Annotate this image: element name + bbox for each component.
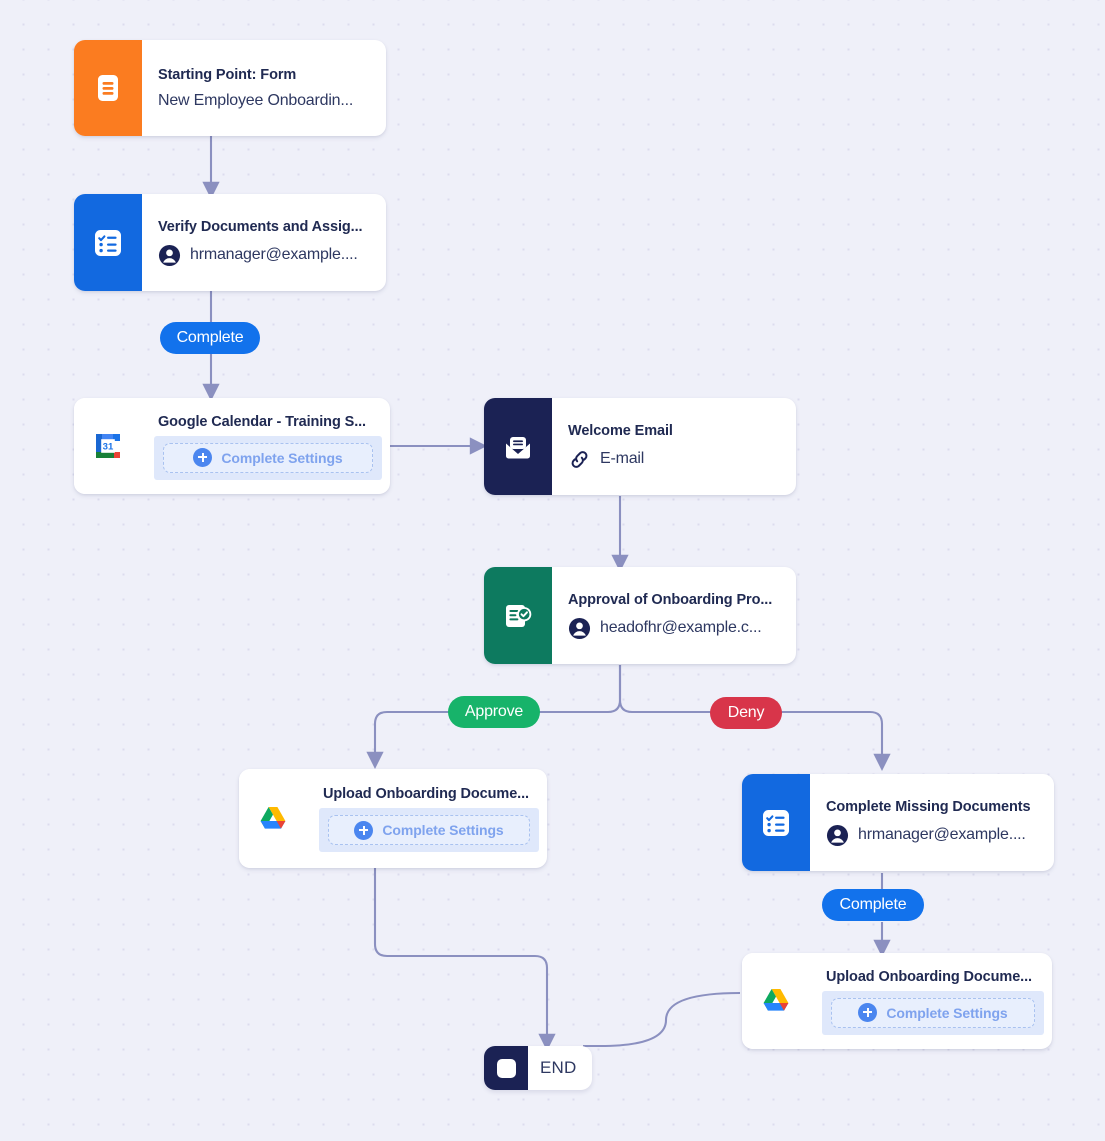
svg-text:31: 31 bbox=[103, 442, 114, 453]
plus-circle-icon bbox=[354, 820, 374, 840]
edge-approval-split-right bbox=[618, 665, 712, 714]
complete-settings-wrap: Complete Settings bbox=[822, 990, 1044, 1035]
edge-deny-to-complete-missing bbox=[781, 710, 891, 772]
node-approval[interactable]: Approval of Onboarding Pro... headofhr@e… bbox=[484, 567, 796, 664]
node-body: Verify Documents and Assig... hrmanager@… bbox=[142, 194, 386, 291]
complete-settings-button[interactable]: Complete Settings bbox=[163, 442, 373, 473]
node-icon-pane bbox=[484, 398, 552, 495]
plus-circle-icon bbox=[193, 448, 213, 467]
form-document-icon bbox=[98, 75, 118, 101]
node-subrow: headofhr@example.c... bbox=[568, 617, 782, 640]
node-subrow: hrmanager@example.... bbox=[826, 824, 1040, 847]
node-title: Upload Onboarding Docume... bbox=[323, 786, 529, 802]
google-calendar-icon: 31 bbox=[96, 434, 120, 458]
node-end[interactable]: END bbox=[484, 1046, 592, 1090]
link-icon bbox=[571, 450, 588, 468]
complete-settings-wrap: Complete Settings bbox=[319, 808, 539, 852]
node-subtitle: New Employee Onboardin... bbox=[158, 91, 354, 109]
node-subrow: E-mail bbox=[568, 448, 782, 471]
node-title: Welcome Email bbox=[568, 422, 673, 439]
approval-document-icon bbox=[506, 604, 532, 627]
node-complete-missing-documents[interactable]: Complete Missing Documents hrmanager@exa… bbox=[742, 774, 1054, 871]
complete-settings-wrap: Complete Settings bbox=[154, 435, 382, 480]
person-icon bbox=[826, 824, 849, 846]
complete-settings-label: Complete Settings bbox=[382, 822, 504, 838]
node-title: Starting Point: Form bbox=[158, 66, 297, 83]
edge-label-complete-bottom[interactable]: Complete bbox=[822, 889, 924, 921]
envelope-icon bbox=[506, 436, 530, 458]
workflow-canvas: Starting Point: Form New Employee Onboar… bbox=[0, 0, 1105, 1141]
person-icon bbox=[158, 244, 181, 266]
edge-upload-left-to-end bbox=[373, 868, 556, 1052]
node-subtitle: hrmanager@example.... bbox=[858, 826, 1026, 843]
node-verify-documents[interactable]: Verify Documents and Assig... hrmanager@… bbox=[74, 194, 386, 291]
node-icon-pane bbox=[742, 953, 810, 1049]
complete-settings-label: Complete Settings bbox=[886, 1004, 1008, 1021]
node-body: Upload Onboarding Docume... Complete Set… bbox=[810, 953, 1052, 1049]
google-drive-icon bbox=[763, 989, 789, 1011]
node-subtitle: hrmanager@example.... bbox=[190, 246, 358, 263]
google-drive-icon bbox=[260, 806, 286, 829]
node-body: Google Calendar - Training S... Complete… bbox=[142, 398, 390, 494]
node-body: Complete Missing Documents hrmanager@exa… bbox=[810, 774, 1054, 871]
node-title: Verify Documents and Assig... bbox=[158, 218, 363, 235]
person-icon bbox=[568, 617, 591, 639]
plus-circle-icon bbox=[858, 1003, 878, 1022]
node-body: Upload Onboarding Docume... Complete Set… bbox=[307, 769, 547, 868]
node-upload-onboarding-documents-denied[interactable]: Upload Onboarding Docume... Complete Set… bbox=[742, 953, 1052, 1049]
node-icon-pane bbox=[74, 194, 142, 291]
complete-settings-button[interactable]: Complete Settings bbox=[328, 815, 530, 845]
node-subrow: New Employee Onboardin... bbox=[158, 92, 372, 110]
node-icon-pane bbox=[239, 769, 307, 868]
node-icon-pane bbox=[74, 40, 142, 136]
node-subrow: hrmanager@example.... bbox=[158, 244, 372, 267]
node-title: Google Calendar - Training S... bbox=[158, 413, 366, 430]
stop-square-icon bbox=[496, 1058, 516, 1078]
complete-settings-button[interactable]: Complete Settings bbox=[831, 997, 1035, 1028]
checklist-icon bbox=[95, 229, 121, 256]
node-welcome-email[interactable]: Welcome Email E-mail bbox=[484, 398, 796, 495]
node-body: Approval of Onboarding Pro... headofhr@e… bbox=[552, 567, 796, 664]
complete-settings-label: Complete Settings bbox=[221, 449, 343, 466]
edge-upload-right-to-end bbox=[583, 991, 741, 1048]
node-body: Starting Point: Form New Employee Onboar… bbox=[142, 40, 386, 136]
node-title: Complete Missing Documents bbox=[826, 798, 1031, 815]
node-body: Welcome Email E-mail bbox=[552, 398, 796, 495]
edge-label-deny[interactable]: Deny bbox=[710, 697, 782, 729]
node-upload-onboarding-documents-approved[interactable]: Upload Onboarding Docume... Complete Set… bbox=[239, 769, 547, 868]
edge-label-complete-top[interactable]: Complete bbox=[160, 322, 260, 354]
checklist-icon bbox=[763, 809, 789, 836]
node-icon-pane bbox=[742, 774, 810, 871]
node-icon-pane: 31 bbox=[74, 398, 142, 494]
end-label: END bbox=[540, 1058, 577, 1077]
node-starting-point-form[interactable]: Starting Point: Form New Employee Onboar… bbox=[74, 40, 386, 136]
node-icon-pane bbox=[484, 567, 552, 664]
node-title: Approval of Onboarding Pro... bbox=[568, 591, 773, 608]
edge-label-approve[interactable]: Approve bbox=[448, 696, 540, 728]
node-subtitle: headofhr@example.c... bbox=[600, 619, 762, 636]
node-subtitle: E-mail bbox=[600, 450, 645, 467]
end-icon-pane bbox=[484, 1046, 528, 1090]
node-google-calendar[interactable]: 31 Google Calendar - Training S... Compl… bbox=[74, 398, 390, 494]
node-title: Upload Onboarding Docume... bbox=[826, 968, 1032, 985]
